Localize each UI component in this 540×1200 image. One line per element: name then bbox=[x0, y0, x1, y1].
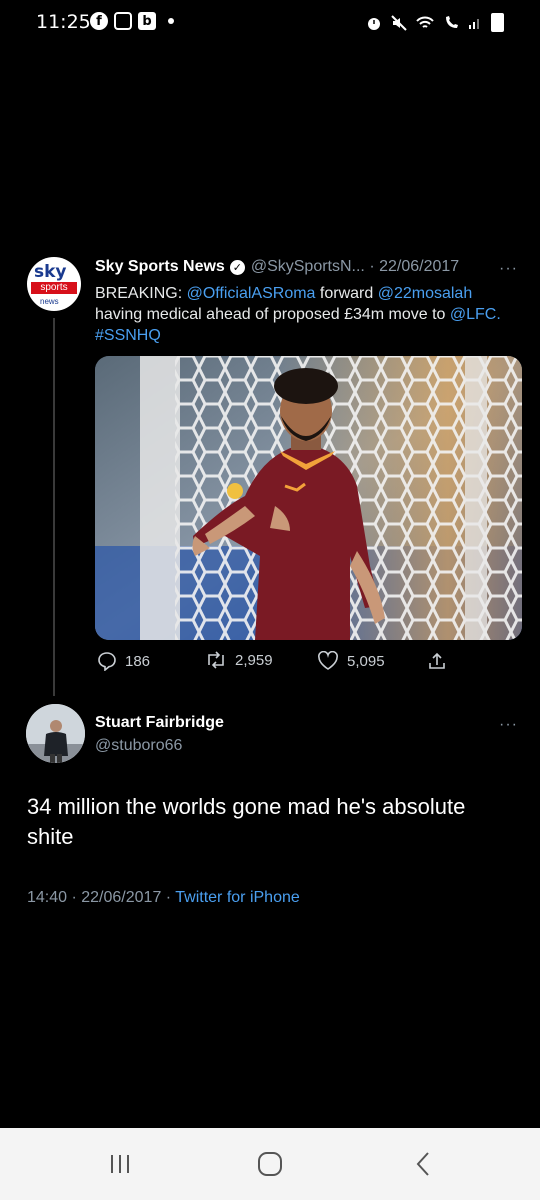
sky-logo-text: sky bbox=[34, 262, 67, 282]
facebook-icon: f bbox=[90, 12, 108, 30]
thread-line bbox=[53, 318, 55, 696]
reply-more-options-button[interactable]: ··· bbox=[499, 716, 518, 734]
back-icon bbox=[416, 1152, 429, 1176]
reply-author-name[interactable]: Stuart Fairbridge bbox=[95, 714, 224, 732]
reply-text: 34 million the worlds gone mad he's abso… bbox=[27, 794, 466, 849]
mute-icon bbox=[391, 14, 407, 31]
sky-sports-news-avatar[interactable]: sky sports news bbox=[27, 257, 81, 311]
reply-source-link[interactable]: Twitter for iPhone bbox=[175, 889, 300, 906]
battery-icon bbox=[491, 13, 504, 32]
reply-author-handle[interactable]: @stuboro66 bbox=[95, 737, 182, 755]
recent-apps-icon bbox=[111, 1155, 129, 1173]
instagram-icon bbox=[114, 12, 132, 30]
signal-icon bbox=[469, 18, 479, 29]
share-icon bbox=[429, 652, 445, 669]
retweet-button[interactable]: 2,959 bbox=[205, 651, 273, 669]
reply-time-date: 14:40 · 22/06/2017 · bbox=[27, 889, 176, 906]
status-left-icons: f b bbox=[90, 12, 174, 30]
football-player-photo bbox=[95, 356, 522, 640]
tweet-header: Sky Sports News ✓ @SkySportsN... · 22/06… bbox=[95, 258, 459, 276]
wifi-calling-icon bbox=[446, 15, 458, 28]
like-count: 5,095 bbox=[347, 652, 385, 670]
retweet-icon bbox=[208, 651, 224, 669]
reply-icon bbox=[98, 652, 116, 671]
android-navigation-bar bbox=[0, 1128, 540, 1200]
tweet-text-middle-1: forward bbox=[315, 285, 378, 302]
news-logo-text: news bbox=[40, 297, 59, 306]
alarm-icon bbox=[368, 17, 380, 30]
share-button[interactable] bbox=[427, 651, 447, 671]
back-button[interactable] bbox=[403, 1148, 443, 1180]
home-button[interactable] bbox=[250, 1148, 290, 1180]
tweet-text-prefix: BREAKING: bbox=[95, 285, 187, 302]
verified-badge-icon: ✓ bbox=[229, 259, 245, 275]
tweet-author-name[interactable]: Sky Sports News bbox=[95, 258, 225, 276]
sports-logo-text: sports bbox=[31, 282, 77, 294]
recent-apps-button[interactable] bbox=[100, 1148, 140, 1180]
tweet-more-options-button[interactable]: ··· bbox=[499, 260, 518, 278]
reply-count: 186 bbox=[125, 652, 151, 670]
person-photo bbox=[26, 704, 85, 763]
hashtag-ssnhq-link[interactable]: #SSNHQ bbox=[95, 327, 161, 344]
b-app-icon: b bbox=[138, 12, 156, 30]
reply-button[interactable]: 186 bbox=[97, 651, 150, 671]
tweet-text: BREAKING: @OfficialASRoma forward @22mos… bbox=[95, 283, 515, 346]
wifi-icon bbox=[416, 16, 434, 28]
status-right-icons bbox=[366, 13, 504, 32]
status-time: 11:25 bbox=[36, 11, 91, 33]
retweet-count: 2,959 bbox=[235, 651, 273, 669]
mention-lfc-link[interactable]: @LFC. bbox=[450, 306, 501, 323]
tweet-text-middle-2: having medical ahead of proposed £34m mo… bbox=[95, 306, 450, 323]
notification-dot-icon bbox=[168, 18, 174, 24]
reply-timestamp-row: 14:40 · 22/06/2017 · Twitter for iPhone bbox=[27, 889, 300, 907]
like-button[interactable]: 5,095 bbox=[317, 651, 385, 671]
mention-salah-link[interactable]: @22mosalah bbox=[378, 285, 473, 302]
tweet-action-bar: 186 2,959 5,095 bbox=[95, 651, 495, 673]
stuart-fairbridge-avatar[interactable] bbox=[26, 704, 85, 763]
mention-asroma-link[interactable]: @OfficialASRoma bbox=[187, 285, 316, 302]
heart-icon bbox=[318, 651, 338, 670]
home-icon bbox=[258, 1152, 282, 1176]
status-bar: 11:25 f b bbox=[0, 0, 540, 46]
tweet-handle-date[interactable]: @SkySportsN... · 22/06/2017 bbox=[251, 258, 459, 276]
tweet-media-photo[interactable] bbox=[95, 356, 522, 640]
